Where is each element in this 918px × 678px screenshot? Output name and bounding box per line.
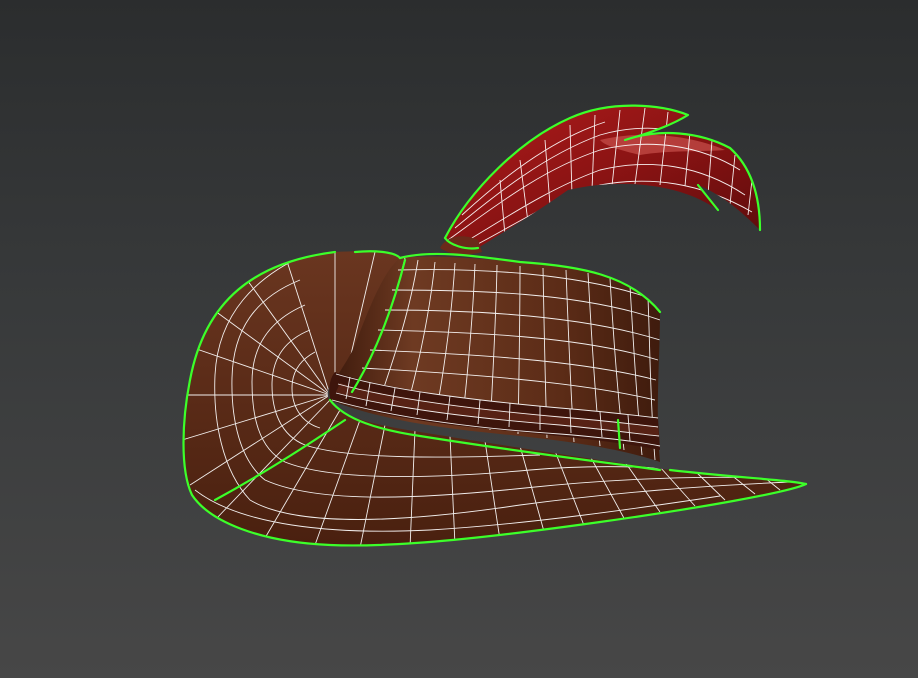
3d-viewport[interactable] xyxy=(0,0,918,678)
hat-model[interactable] xyxy=(0,0,918,678)
feather[interactable] xyxy=(440,105,760,255)
